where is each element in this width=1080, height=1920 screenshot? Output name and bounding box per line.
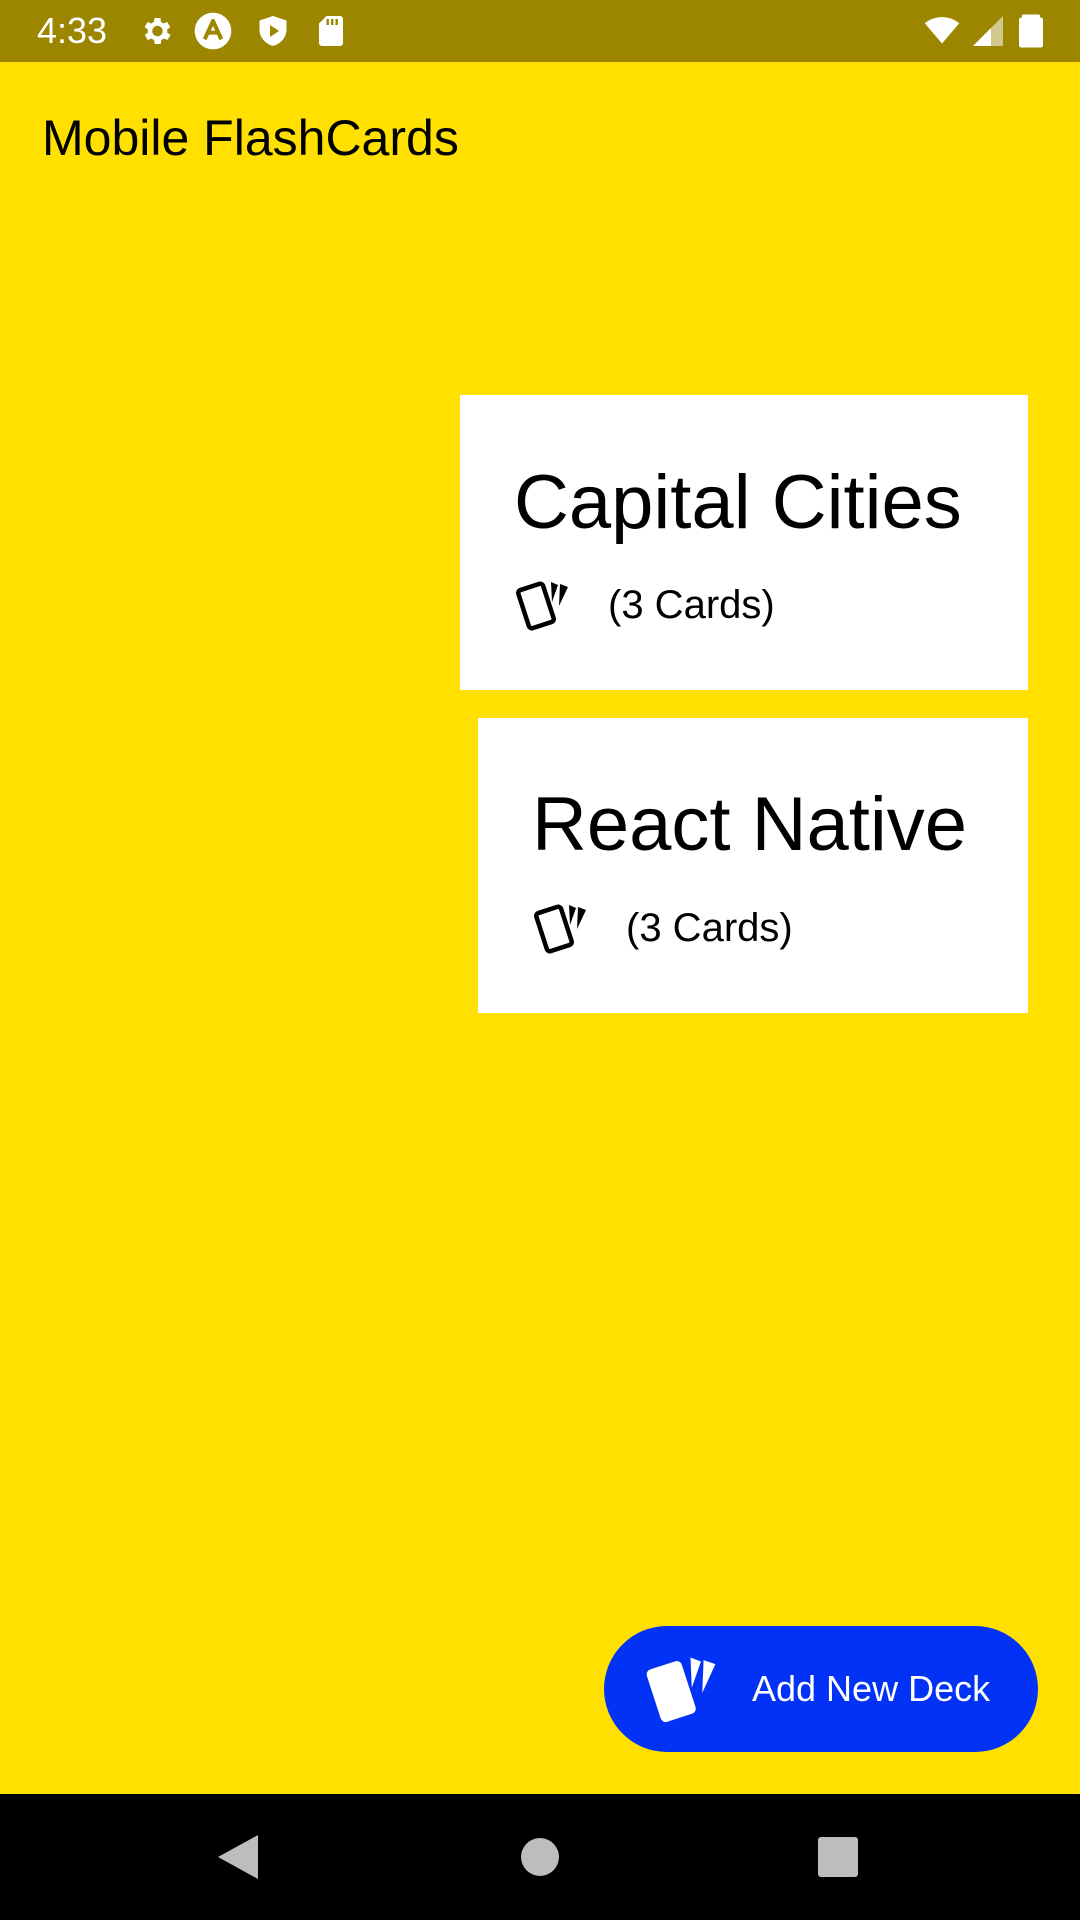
wifi-icon	[920, 12, 964, 48]
add-new-deck-button[interactable]: Add New Deck	[604, 1626, 1038, 1752]
app-a-icon	[193, 11, 233, 51]
signal-icon	[970, 13, 1006, 49]
status-time: 4:33	[37, 10, 108, 51]
deck-title: React Native	[532, 782, 968, 867]
app-title: Mobile FlashCards	[42, 110, 459, 166]
status-bar: 4:33	[0, 0, 1080, 62]
deck-card-capital-cities[interactable]: Capital Cities (3 Cards)	[460, 395, 1028, 690]
navigation-bar	[0, 1794, 1080, 1920]
cards-icon	[646, 1657, 716, 1723]
battery-icon	[1013, 13, 1049, 49]
back-icon[interactable]	[208, 1827, 268, 1887]
deck-count-row: (3 Cards)	[514, 575, 775, 635]
deck-card-count: (3 Cards)	[626, 906, 793, 950]
deck-count-row: (3 Cards)	[532, 898, 793, 958]
home-icon[interactable]	[510, 1827, 570, 1887]
add-new-deck-label: Add New Deck	[752, 1668, 991, 1709]
shield-play-icon	[255, 13, 291, 49]
deck-card-react-native[interactable]: React Native (3 Cards)	[478, 718, 1028, 1013]
cards-icon	[515, 581, 568, 631]
deck-title: Capital Cities	[514, 460, 962, 545]
cards-icon	[533, 904, 586, 954]
deck-card-count: (3 Cards)	[608, 583, 775, 627]
sd-card-icon	[313, 13, 349, 49]
settings-icon	[138, 13, 174, 49]
recents-icon[interactable]	[808, 1827, 868, 1887]
